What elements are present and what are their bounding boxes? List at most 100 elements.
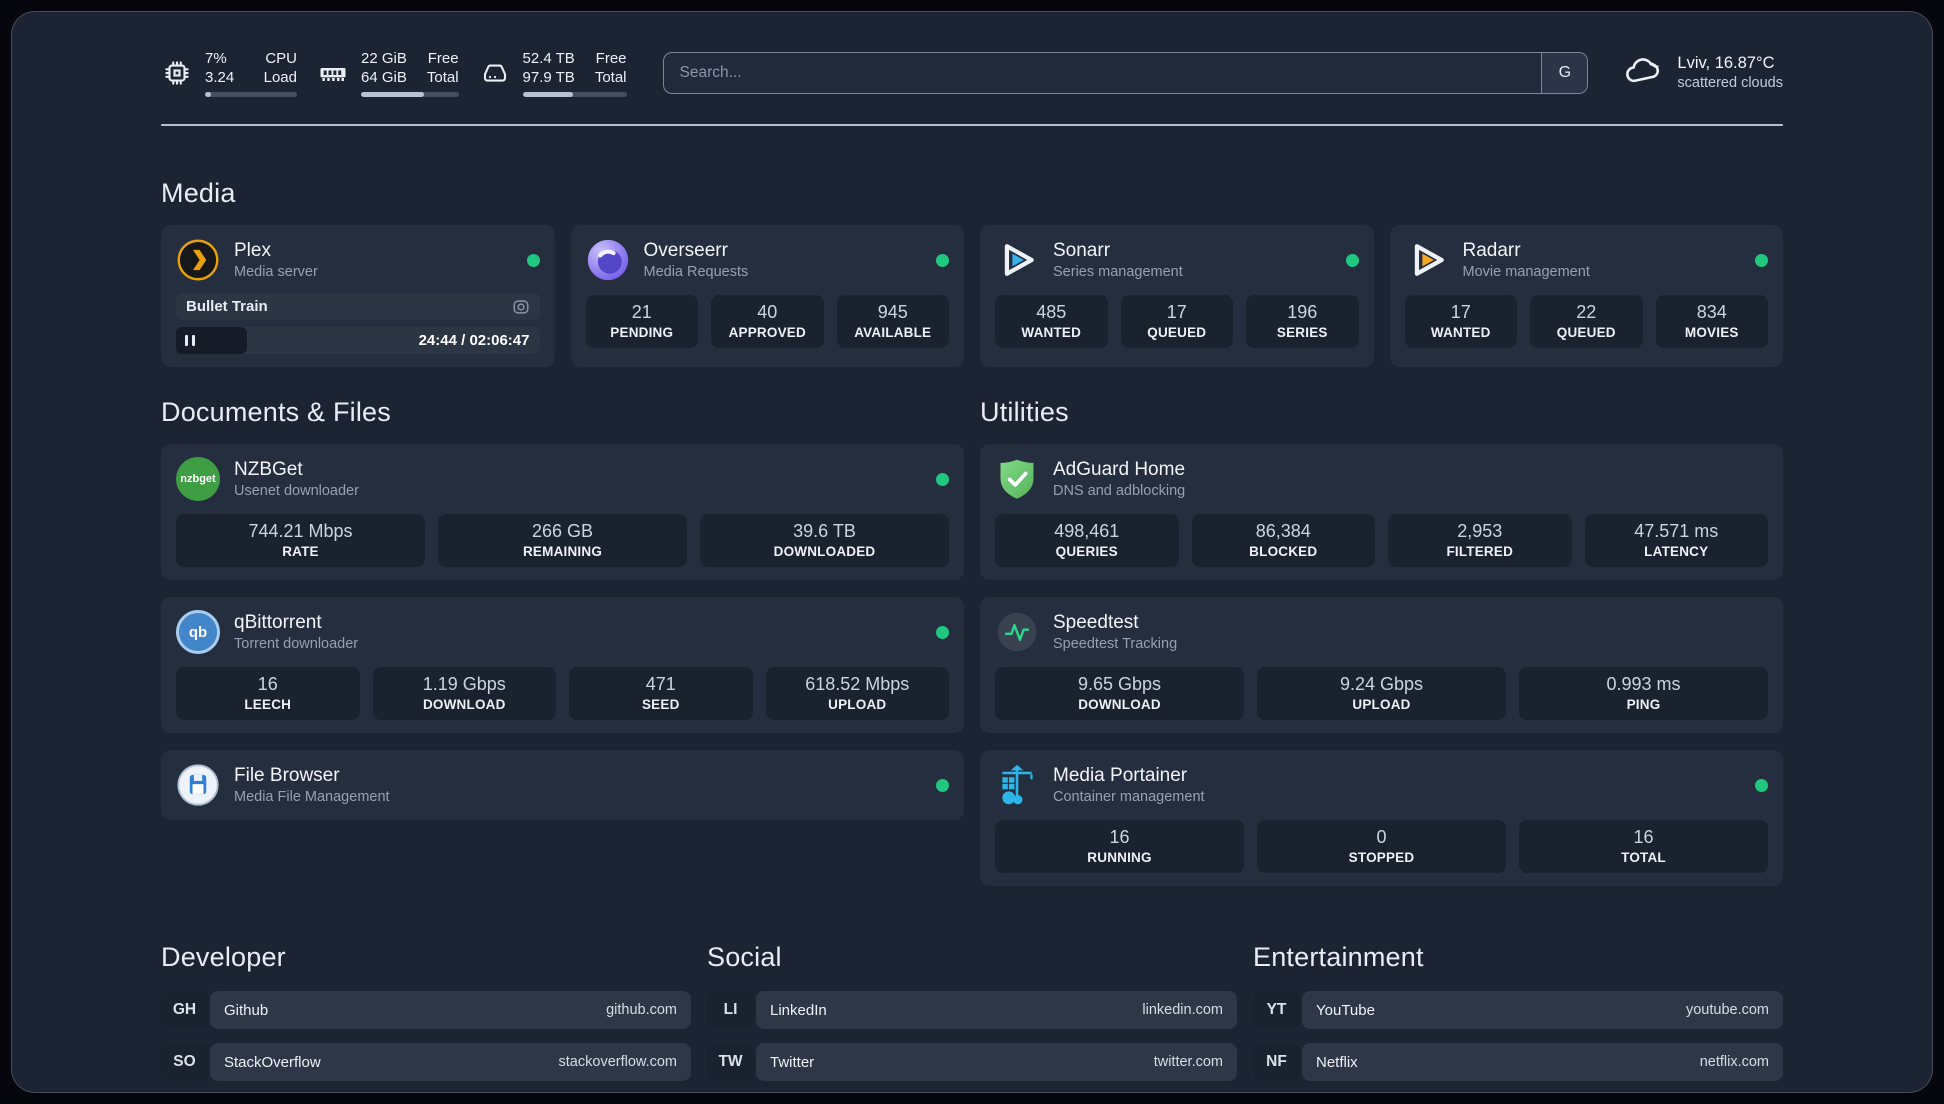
radarr-icon [1405, 238, 1449, 282]
developer-column: Developer GH Github github.com SO StackO… [161, 886, 691, 1092]
search-input[interactable] [663, 53, 1542, 93]
stat-value: 196 [1287, 302, 1318, 322]
now-playing-title: Bullet Train [186, 298, 268, 315]
stat-filtered: 2,953 FILTERED [1388, 514, 1572, 567]
app-card-filebrowser[interactable]: File Browser Media File Management [161, 750, 964, 820]
stat-approved: 40 APPROVED [711, 295, 824, 348]
plex-icon [176, 238, 220, 282]
stat-label: QUERIES [1055, 544, 1118, 559]
stat-upload: 618.52 Mbps UPLOAD [765, 667, 949, 720]
link-name: YouTube [1316, 1001, 1375, 1019]
link-url: github.com [606, 1002, 677, 1018]
memory-free: 22 GiB [361, 50, 407, 67]
pause-icon [185, 335, 195, 346]
stat-label: RATE [282, 544, 319, 559]
link-github[interactable]: GH Github github.com [161, 991, 691, 1029]
card-title: NZBGet [234, 458, 303, 480]
stat-running: 16 RUNNING [995, 820, 1244, 873]
link-youtube[interactable]: YT YouTube youtube.com [1253, 991, 1783, 1029]
screen: 7% 3.24 CPU Load 22 GiB 64 GiB Free Tota… [0, 0, 1944, 1104]
weather-condition: scattered clouds [1677, 75, 1783, 91]
link-name: Twitter [770, 1053, 815, 1071]
stat-rate: 744.21 Mbps RATE [176, 514, 425, 567]
playback-progress-bar: 24:44 / 02:06:47 [176, 327, 540, 354]
app-card-portainer[interactable]: Media Portainer Container management 16 … [980, 750, 1783, 886]
stat-label: DOWNLOADED [773, 544, 876, 559]
card-title: Plex [234, 239, 271, 261]
link-stackoverflow[interactable]: SO StackOverflow stackoverflow.com [161, 1043, 691, 1081]
app-card-speedtest[interactable]: Speedtest Speedtest Tracking 9.65 Gbps D… [980, 597, 1783, 733]
card-title: Radarr [1462, 239, 1521, 261]
app-card-sonarr[interactable]: Sonarr Series management 485 WANTED 17 Q… [980, 225, 1374, 367]
app-card-nzbget[interactable]: nzbget NZBGet Usenet downloader 744.21 M… [161, 444, 964, 580]
card-subtitle: Torrent downloader [234, 635, 359, 652]
link-url: linkedin.com [1142, 1002, 1223, 1018]
stat-leech: 16 LEECH [176, 667, 360, 720]
cpu-icon [161, 57, 193, 89]
link-url: netflix.com [1699, 1054, 1769, 1070]
app-card-radarr[interactable]: Radarr Movie management 17 WANTED 22 QUE… [1389, 225, 1783, 367]
section-title-developer: Developer [161, 942, 286, 972]
link-netflix[interactable]: NF Netflix netflix.com [1253, 1043, 1783, 1081]
weather-location-temp: Lviv, 16.87°C [1677, 54, 1775, 72]
stat-series: 196 SERIES [1246, 295, 1359, 348]
stat-label: QUEUED [1556, 325, 1616, 340]
stat-value: 21 [631, 302, 652, 322]
stat-label: SERIES [1276, 325, 1328, 340]
app-card-adguard[interactable]: AdGuard Home DNS and adblocking 498,461 … [980, 444, 1783, 580]
stat-queries: 498,461 QUERIES [995, 514, 1179, 567]
card-subtitle: Media server [234, 263, 318, 280]
stat-download: 9.65 Gbps DOWNLOAD [995, 667, 1244, 720]
link-name: Github [224, 1001, 269, 1019]
stat-value: 17 [1166, 302, 1187, 322]
stat-label: APPROVED [728, 325, 806, 340]
stat-remaining: 266 GB REMAINING [438, 514, 687, 567]
stat-total: 16 TOTAL [1519, 820, 1768, 873]
card-title: AdGuard Home [1053, 458, 1186, 480]
status-dot [936, 253, 949, 267]
stat-label: SEED [641, 697, 680, 712]
stat-blocked: 86,384 BLOCKED [1191, 514, 1375, 567]
stat-value: 834 [1696, 302, 1727, 322]
stat-label: DOWNLOAD [1078, 697, 1161, 712]
memory-total: 64 GiB [361, 69, 407, 86]
stat-download: 1.19 Gbps DOWNLOAD [372, 667, 556, 720]
app-card-qbittorrent[interactable]: qb qBittorrent Torrent downloader 16 LEE… [161, 597, 964, 733]
stat-label: FILTERED [1446, 544, 1514, 559]
stat-value: 16 [1109, 827, 1130, 847]
disk-widget: 52.4 TB 97.9 TB Free Total [479, 49, 627, 97]
card-title: Speedtest [1053, 611, 1139, 633]
disk-icon [479, 57, 511, 89]
stat-value: 498,461 [1054, 521, 1120, 541]
stat-value: 17 [1450, 302, 1471, 322]
link-linkedin[interactable]: LI LinkedIn linkedin.com [707, 991, 1237, 1029]
stat-wanted: 17 WANTED [1404, 295, 1517, 348]
media-cards: Plex Media server Bullet Train 24:44 / 0… [161, 225, 1783, 367]
qbittorrent-icon: qb [176, 610, 220, 654]
documents-column: Documents & Files nzbget NZBGet Usenet d… [161, 367, 964, 820]
stat-value: 40 [757, 302, 778, 322]
stat-available: 945 AVAILABLE [836, 295, 949, 348]
link-name: StackOverflow [224, 1053, 321, 1071]
app-card-overseerr[interactable]: Overseerr Media Requests 21 PENDING 40 A… [570, 225, 964, 367]
link-url: twitter.com [1153, 1054, 1223, 1070]
search-engine-button[interactable]: G [1541, 53, 1588, 93]
section-title-documents: Documents & Files [161, 397, 391, 427]
app-card-plex[interactable]: Plex Media server Bullet Train 24:44 / 0… [161, 225, 555, 367]
memory-icon [317, 57, 349, 89]
cpu-widget: 7% 3.24 CPU Load [161, 49, 297, 97]
status-dot [936, 778, 949, 792]
link-abbr: GH [161, 991, 208, 1029]
stat-value: 86,384 [1255, 521, 1311, 541]
card-title: File Browser [234, 764, 340, 786]
total-label: Total [594, 69, 627, 86]
stat-value: 47.571 ms [1634, 521, 1719, 541]
section-title-utilities: Utilities [980, 397, 1069, 427]
search-bar[interactable]: G [662, 52, 1589, 94]
stat-label: WANTED [1021, 325, 1082, 340]
stat-downloaded: 39.6 TB DOWNLOADED [700, 514, 949, 567]
stat-label: LEECH [244, 697, 292, 712]
link-twitter[interactable]: TW Twitter twitter.com [707, 1043, 1237, 1081]
link-name: Netflix [1316, 1053, 1358, 1071]
stat-value: 9.65 Gbps [1077, 674, 1162, 694]
